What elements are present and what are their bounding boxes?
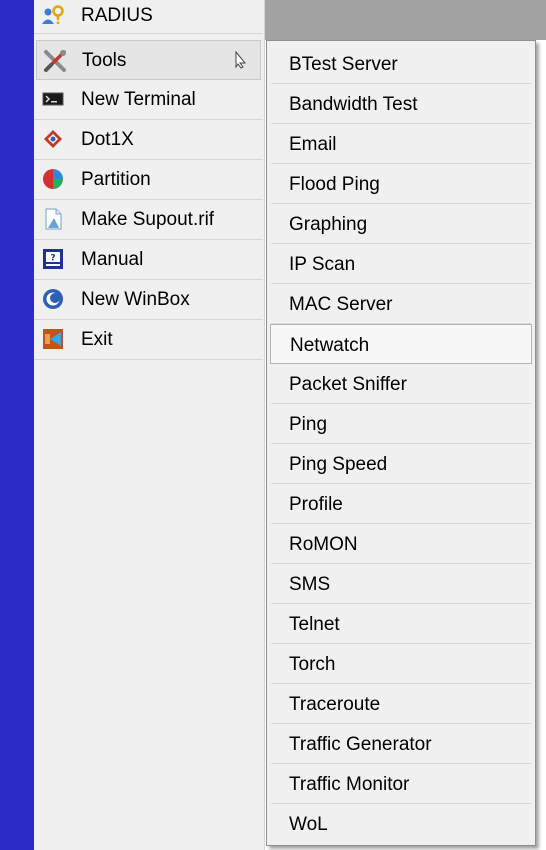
winbox-icon	[42, 288, 64, 310]
radius-icon	[42, 4, 64, 26]
submenu-item-label: SMS	[289, 574, 331, 595]
submenu-item-label: Netwatch	[290, 335, 370, 356]
submenu-item-bandwidth-test[interactable]: Bandwidth Test	[271, 84, 531, 124]
terminal-icon	[42, 88, 64, 110]
submenu-item-label: Bandwidth Test	[289, 94, 418, 115]
submenu-item-netwatch[interactable]: Netwatch	[270, 324, 532, 364]
exit-icon	[42, 328, 64, 350]
submenu-item-traffic-monitor[interactable]: Traffic Monitor	[271, 764, 531, 804]
tools-icon	[43, 49, 66, 72]
submenu-item-label: Traffic Generator	[289, 734, 432, 755]
menu-item-label: Manual	[81, 249, 144, 270]
partition-icon	[42, 168, 64, 190]
menu-item-radius[interactable]: RADIUS	[34, 0, 263, 34]
menu-item-exit[interactable]: Exit	[34, 320, 263, 360]
dot1x-icon	[42, 128, 64, 150]
submenu-item-sms[interactable]: SMS	[271, 564, 531, 604]
submenu-arrow-icon	[234, 50, 248, 69]
submenu-item-label: Flood Ping	[289, 174, 380, 195]
submenu-item-label: Profile	[289, 494, 343, 515]
menu-item-label: New Terminal	[81, 89, 196, 110]
submenu-item-label: Torch	[289, 654, 336, 675]
menu-item-tools[interactable]: Tools	[36, 40, 261, 80]
menu-item-partition[interactable]: Partition	[34, 160, 263, 200]
submenu-item-traffic-generator[interactable]: Traffic Generator	[271, 724, 531, 764]
submenu-item-traceroute[interactable]: Traceroute	[271, 684, 531, 724]
submenu-item-mac-server[interactable]: MAC Server	[271, 284, 531, 324]
menu-item-manual[interactable]: ? Manual	[34, 240, 263, 280]
submenu-item-label: Traffic Monitor	[289, 774, 410, 795]
submenu-item-email[interactable]: Email	[271, 124, 531, 164]
submenu-item-label: Ping	[289, 414, 328, 435]
submenu-item-ip-scan[interactable]: IP Scan	[271, 244, 531, 284]
submenu-item-label: IP Scan	[289, 254, 356, 275]
menu-item-label: Exit	[81, 329, 113, 350]
menu-item-label: New WinBox	[81, 289, 190, 310]
submenu-item-flood-ping[interactable]: Flood Ping	[271, 164, 531, 204]
menu-item-dot1x[interactable]: Dot1X	[34, 120, 263, 160]
menu-item-label: Dot1X	[81, 129, 134, 150]
menu-item-label: Tools	[82, 50, 127, 71]
submenu-item-label: WoL	[289, 814, 328, 835]
main-menu: RADIUS Tools New Terminal Dot1X Partitio…	[34, 0, 265, 850]
submenu-item-label: Packet Sniffer	[289, 374, 407, 395]
submenu-item-torch[interactable]: Torch	[271, 644, 531, 684]
workspace-background	[264, 0, 546, 40]
submenu-item-label: Email	[289, 134, 337, 155]
menu-item-label: RADIUS	[81, 5, 153, 26]
submenu-item-label: RoMON	[289, 534, 358, 555]
submenu-item-label: Traceroute	[289, 694, 381, 715]
submenu-item-label: Graphing	[289, 214, 368, 235]
menu-item-new-winbox[interactable]: New WinBox	[34, 280, 263, 320]
submenu-item-romon[interactable]: RoMON	[271, 524, 531, 564]
menu-item-new-terminal[interactable]: New Terminal	[34, 80, 263, 120]
submenu-item-label: Telnet	[289, 614, 340, 635]
menu-item-label: Make Supout.rif	[81, 209, 215, 230]
submenu-item-profile[interactable]: Profile	[271, 484, 531, 524]
submenu-item-wol[interactable]: WoL	[271, 804, 531, 844]
manual-icon: ?	[42, 248, 64, 270]
submenu-item-btest-server[interactable]: BTest Server	[271, 44, 531, 84]
submenu-item-ping-speed[interactable]: Ping Speed	[271, 444, 531, 484]
submenu-item-ping[interactable]: Ping	[271, 404, 531, 444]
submenu-item-label: BTest Server	[289, 54, 398, 75]
submenu-item-graphing[interactable]: Graphing	[271, 204, 531, 244]
submenu-item-packet-sniffer[interactable]: Packet Sniffer	[271, 364, 531, 404]
menu-item-label: Partition	[81, 169, 151, 190]
tools-submenu: BTest Server Bandwidth Test Email Flood …	[266, 40, 536, 846]
submenu-item-label: MAC Server	[289, 294, 393, 315]
svg-text:?: ?	[50, 254, 55, 264]
sidebar-strip	[0, 0, 34, 850]
menu-item-make-supout[interactable]: Make Supout.rif	[34, 200, 263, 240]
submenu-item-label: Ping Speed	[289, 454, 388, 475]
supout-icon	[42, 208, 64, 230]
submenu-item-telnet[interactable]: Telnet	[271, 604, 531, 644]
